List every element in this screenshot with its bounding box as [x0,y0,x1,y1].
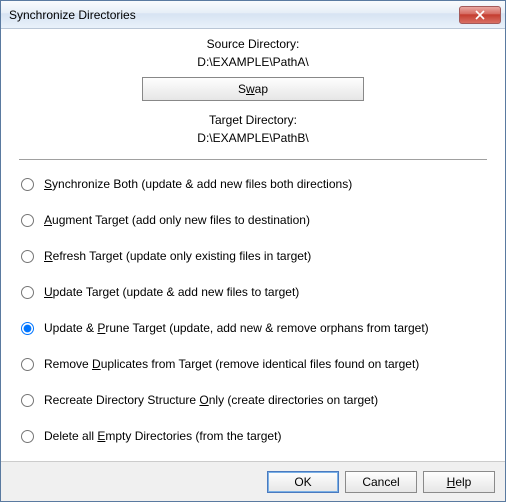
sync-option-2[interactable]: Refresh Target (update only existing fil… [19,249,487,263]
sync-option-6[interactable]: Recreate Directory Structure Only (creat… [19,393,487,407]
close-button[interactable] [459,6,501,24]
sync-option-label-2: Refresh Target (update only existing fil… [44,249,311,263]
sync-option-label-3: Update Target (update & add new files to… [44,285,299,299]
source-section: Source Directory: D:\EXAMPLE\PathA\ [19,35,487,69]
sync-option-label-1: Augment Target (add only new files to de… [44,213,310,227]
sync-option-radio-4[interactable] [21,322,34,335]
source-path: D:\EXAMPLE\PathA\ [19,55,487,69]
sync-option-radio-1[interactable] [21,214,34,227]
sync-option-3[interactable]: Update Target (update & add new files to… [19,285,487,299]
swap-row: Swap [19,77,487,101]
sync-option-radio-6[interactable] [21,394,34,407]
sync-option-0[interactable]: Synchronize Both (update & add new files… [19,177,487,191]
sync-option-radio-0[interactable] [21,178,34,191]
close-icon [475,10,485,20]
target-path: D:\EXAMPLE\PathB\ [19,131,487,145]
options-group: Synchronize Both (update & add new files… [19,166,487,461]
sync-option-radio-3[interactable] [21,286,34,299]
sync-option-radio-2[interactable] [21,250,34,263]
sync-option-label-5: Remove Duplicates from Target (remove id… [44,357,419,371]
divider [19,159,487,160]
sync-option-label-7: Delete all Empty Directories (from the t… [44,429,281,443]
target-label: Target Directory: [19,113,487,127]
sync-option-5[interactable]: Remove Duplicates from Target (remove id… [19,357,487,371]
swap-button[interactable]: Swap [142,77,364,101]
dialog-footer: OK Cancel Help [1,461,505,501]
dialog-window: Synchronize Directories Source Directory… [0,0,506,502]
sync-option-radio-5[interactable] [21,358,34,371]
source-label: Source Directory: [19,37,487,51]
cancel-button[interactable]: Cancel [345,471,417,493]
help-button[interactable]: Help [423,471,495,493]
sync-option-label-4: Update & Prune Target (update, add new &… [44,321,429,335]
sync-option-1[interactable]: Augment Target (add only new files to de… [19,213,487,227]
sync-option-radio-7[interactable] [21,430,34,443]
window-title: Synchronize Directories [9,8,459,22]
sync-option-7[interactable]: Delete all Empty Directories (from the t… [19,429,487,443]
sync-option-label-6: Recreate Directory Structure Only (creat… [44,393,378,407]
target-section: Target Directory: D:\EXAMPLE\PathB\ [19,111,487,145]
titlebar: Synchronize Directories [1,1,505,29]
sync-option-4[interactable]: Update & Prune Target (update, add new &… [19,321,487,335]
ok-button[interactable]: OK [267,471,339,493]
sync-option-label-0: Synchronize Both (update & add new files… [44,177,352,191]
dialog-content: Source Directory: D:\EXAMPLE\PathA\ Swap… [1,29,505,461]
